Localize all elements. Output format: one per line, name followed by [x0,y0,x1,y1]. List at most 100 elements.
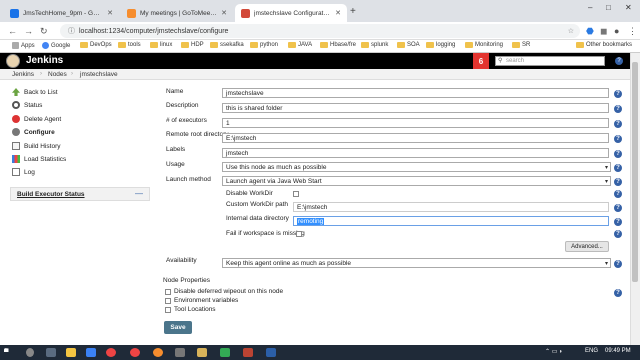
jenkins-logo-icon[interactable] [6,54,20,68]
chrome-icon[interactable] [130,348,140,357]
help-icon[interactable]: ? [614,190,622,198]
availability-select[interactable]: Keep this agent online as much as possib… [222,258,611,268]
help-icon[interactable]: ? [614,164,622,172]
breadcrumb-nodes[interactable]: Nodes [48,71,67,78]
usage-select[interactable]: Use this node as much as possible ▾ [222,162,611,172]
language-indicator[interactable]: ENG [585,348,598,354]
breadcrumb-node[interactable]: jmstechslave [80,71,118,78]
remote-root-field[interactable]: E:\jmstech [222,133,609,143]
name-field[interactable]: jmstechslave [222,88,609,98]
bookmark-hdp[interactable]: HDP [181,42,204,48]
save-button[interactable]: Save [164,321,192,334]
bookmark-splunk[interactable]: splunk [361,42,388,48]
bookmark-logging[interactable]: logging [426,42,455,48]
sidebar-item-delete[interactable]: Delete Agent [12,115,61,123]
gotomeeting-icon[interactable] [153,348,163,357]
executors-field[interactable]: 1 [222,118,609,128]
maximize-button[interactable]: □ [606,3,611,12]
help-icon[interactable]: ? [614,260,622,268]
bookmark-monitoring[interactable]: Monitoring [465,42,503,48]
help-icon[interactable]: ? [614,90,622,98]
tab-drive[interactable]: JmsTechHome_9pm - Google Dr ✕ [4,4,119,22]
advanced-button[interactable]: Advanced... [565,241,609,252]
help-icon[interactable]: ? [615,57,623,65]
bookmark-linux[interactable]: linux [150,42,172,48]
help-icon[interactable]: ? [614,230,622,238]
help-icon[interactable]: ? [614,178,622,186]
windows-start-icon[interactable] [4,348,9,353]
task-view-icon[interactable] [46,348,56,357]
clock[interactable]: 09:49 PM [605,348,631,354]
close-icon[interactable]: ✕ [107,9,113,17]
url-text: localhost:1234/computer/jmstechslave/con… [79,27,229,35]
tool-locations-checkbox[interactable] [165,307,171,313]
sidebar-item-build-history[interactable]: Build History [12,142,60,150]
app-icon[interactable] [243,348,253,357]
description-field[interactable]: this is shared folder [222,103,609,113]
minimize-button[interactable]: – [588,3,592,12]
forward-icon[interactable]: → [24,26,33,36]
env-variables-checkbox[interactable] [165,298,171,304]
bookmark-python[interactable]: python [250,42,278,48]
chrome-icon[interactable] [106,348,116,357]
bookmark-google[interactable]: Google [42,42,70,49]
jenkins-title[interactable]: Jenkins [26,55,63,66]
bookmark-ssekafka[interactable]: ssekafka [210,42,244,48]
scrollbar-thumb[interactable] [632,62,638,282]
internal-dir-field[interactable]: remoting [293,216,609,226]
help-icon[interactable]: ? [614,150,622,158]
app-icon[interactable] [175,348,185,357]
profile-icon[interactable]: ● [614,26,619,36]
app-icon[interactable] [220,348,230,357]
bookmark-java[interactable]: JAVA [288,42,312,48]
store-icon[interactable] [86,348,96,357]
help-icon[interactable]: ? [614,120,622,128]
bookmark-apps[interactable]: Apps [12,42,35,49]
bookmark-hbase[interactable]: Hbase/fre [320,42,356,48]
help-icon[interactable]: ? [614,135,622,143]
build-executor-status-link[interactable]: Build Executor Status [17,191,85,198]
back-icon[interactable]: ← [8,26,17,36]
help-icon[interactable]: ? [614,218,622,226]
bookmark-soa[interactable]: SOA [397,42,420,48]
tray-icons[interactable]: ⌃ ▭ ◗ [545,348,563,355]
sidebar-item-status[interactable]: Status [12,101,42,109]
url-field[interactable]: ⓘ localhost:1234/computer/jmstechslave/c… [60,24,580,38]
star-icon[interactable]: ☆ [568,27,574,35]
notification-badge[interactable]: 6 [473,53,489,69]
help-icon[interactable]: ? [614,204,622,212]
folder-icon[interactable] [197,348,207,357]
search-icon[interactable] [26,348,34,357]
search-input[interactable]: ⚲ search [495,56,605,66]
collapse-button[interactable]: — [135,189,143,198]
labels-field[interactable]: jmstech [222,148,609,158]
other-bookmarks[interactable]: Other bookmarks [576,42,632,48]
close-icon[interactable]: ✕ [335,9,341,17]
sidebar-item-configure[interactable]: Configure [12,128,55,136]
breadcrumb-jenkins[interactable]: Jenkins [12,71,34,78]
help-icon[interactable]: ? [614,105,622,113]
sidebar-item-log[interactable]: Log [12,168,35,176]
extension-icon[interactable]: ◼ [600,26,607,37]
custom-workdir-field[interactable]: E:\jmstech [293,202,609,212]
tab-jenkins-config[interactable]: jmstechslave Configuration [Jenk ✕ [235,4,347,22]
menu-icon[interactable]: ⋮ [628,26,637,37]
extension-icon[interactable]: ⬣ [586,26,594,37]
bookmark-sr[interactable]: SR [512,42,530,48]
fail-missing-checkbox[interactable] [296,231,302,237]
disable-wipeout-checkbox[interactable] [165,289,171,295]
new-tab-button[interactable]: + [350,6,356,17]
app-icon[interactable] [266,348,276,357]
close-icon[interactable]: ✕ [221,9,227,17]
sidebar-item-load-statistics[interactable]: Load Statistics [12,155,66,163]
file-explorer-icon[interactable] [66,348,76,357]
bookmark-tools[interactable]: tools [118,42,141,48]
reload-icon[interactable]: ↻ [40,26,48,37]
disable-workdir-checkbox[interactable] [293,191,299,197]
tab-gotomeeting[interactable]: My meetings | GoToMeeting ✕ [121,4,233,22]
launch-method-select[interactable]: Launch agent via Java Web Start ▾ [222,176,611,186]
sidebar-item-back[interactable]: Back to List [12,88,58,96]
close-window-button[interactable]: ✕ [625,3,632,12]
bookmark-devops[interactable]: DevOps [80,42,112,48]
help-icon[interactable]: ? [614,289,622,297]
